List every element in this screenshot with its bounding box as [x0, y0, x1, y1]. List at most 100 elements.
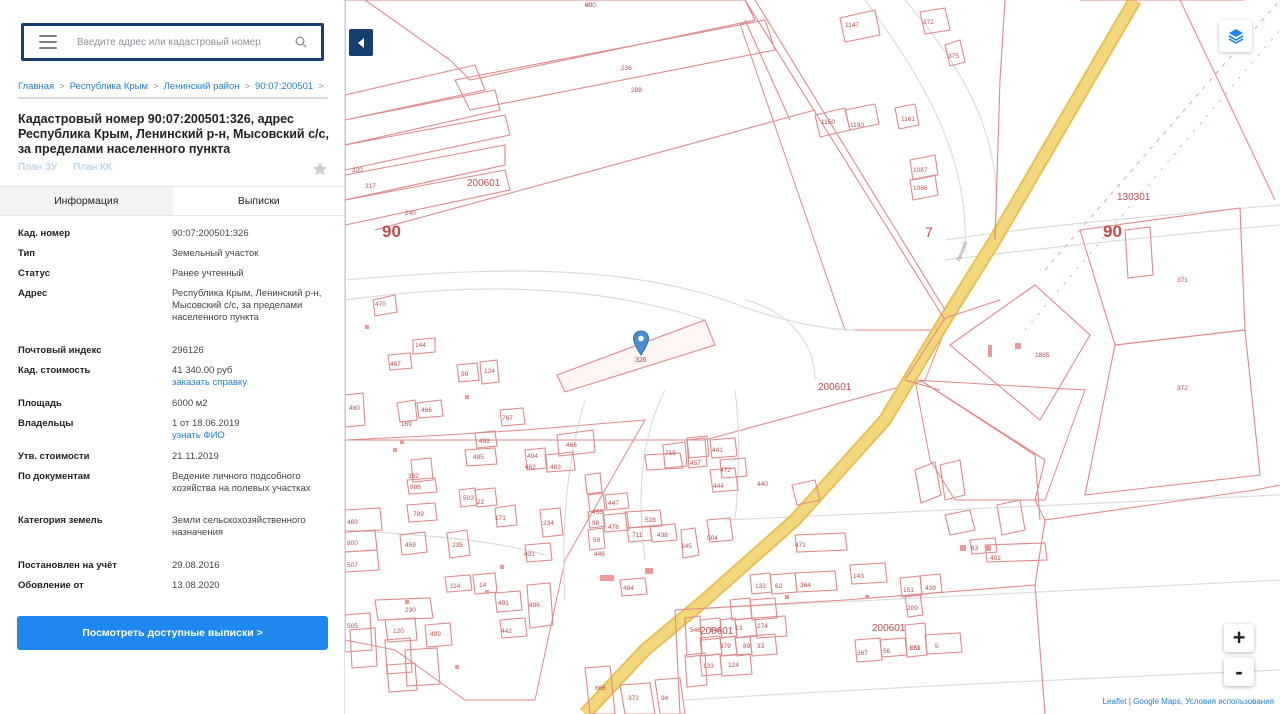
parcel-number-label: 483 [550, 464, 561, 471]
parcel-number-label: 505 [347, 623, 358, 630]
parcel-number-label: 288 [631, 87, 642, 94]
breadcrumb-separator: > [318, 81, 324, 92]
hamburger-menu-icon[interactable] [39, 35, 57, 49]
zoom-out-button[interactable]: - [1224, 658, 1254, 686]
parcel-number-label: 90 [585, 2, 593, 9]
parcel-number-label: 89 [743, 643, 751, 650]
parcel-number-label: 484 [623, 585, 634, 592]
street-label: Ленина [956, 241, 969, 263]
info-value: 6000 м2 [172, 398, 208, 409]
breadcrumb-region[interactable]: Республика Крым [70, 81, 148, 92]
parcel-number-label: 209 [907, 605, 918, 612]
plan-links: План ЗУ План КК [18, 162, 128, 173]
parcel-number-label: 171 [495, 515, 506, 522]
google-maps-link[interactable]: Google Maps [1133, 697, 1181, 706]
parcel-number-label: 507 [347, 562, 358, 569]
info-label: Почтовый индекс [18, 345, 102, 356]
parcel-number-label: 371 [1177, 277, 1188, 284]
parcel-number-label: 14 [479, 582, 487, 589]
parcel-number-label: 1150 [821, 119, 835, 126]
info-label: Адрес [18, 288, 48, 299]
tab-extracts[interactable]: Выписки [173, 187, 345, 215]
info-row: Статус Ранее учтенный [0, 268, 344, 288]
parcel-number-label: 372 [923, 19, 934, 26]
parcel-number-label: 466 [421, 407, 432, 414]
info-label: Обовление от [18, 580, 84, 591]
parcel-number-label: 439 [925, 585, 936, 592]
info-label: Площадь [18, 398, 62, 409]
tab-information[interactable]: Информация [0, 187, 173, 215]
parcel-number-label: 485 [473, 454, 484, 461]
view-extracts-button[interactable]: Посмотреть доступные выписки > [17, 616, 328, 650]
parcel-number-label: 98 [592, 520, 600, 527]
tabs: Информация Выписки [0, 186, 345, 216]
parcel-number-label: 132 [755, 583, 766, 590]
parcel-number-label: 144 [415, 342, 426, 349]
parcel-number-label: 494 [527, 453, 538, 460]
parcel-number-label: 469 [347, 519, 358, 526]
quarter-number-label: 7 [925, 224, 933, 240]
parcel-number-label: 56 [883, 648, 891, 655]
parcel-number-label: 651 [910, 645, 921, 652]
parcel-number-label: 5 [935, 643, 939, 650]
parcel-number-label: 169 [401, 421, 412, 428]
parcel-number-label: 375 [948, 53, 959, 60]
parcel-number-label: 455 [592, 509, 603, 516]
location-pin-icon[interactable] [632, 330, 650, 356]
chevron-left-icon [358, 37, 364, 48]
layers-icon [1228, 29, 1243, 44]
quarter-label: 130301 [1117, 192, 1151, 203]
info-value: 90:07:200501:326 [172, 228, 249, 239]
terms-link[interactable]: Условия использования [1185, 697, 1274, 706]
breadcrumb-district[interactable]: Ленинский район [164, 81, 240, 92]
find-owner-name-link[interactable]: узнать ФИО [172, 430, 322, 442]
parcel-number-label: 800 [347, 540, 358, 547]
parcel-number-label: 528 [645, 517, 656, 524]
leaflet-link[interactable]: Leaflet [1103, 697, 1127, 706]
parcel-number-label: 1086 [913, 185, 928, 192]
parcel-number-label: 151 [903, 587, 914, 594]
parcel-number-label: 143 [853, 573, 864, 580]
parcel-number-label: 715 [665, 450, 676, 457]
info-label: Утв. стоимости [18, 451, 90, 462]
map-canvas[interactable]: 90 90 7 200601 200601 130301 200601 2006… [345, 0, 1280, 714]
info-row: Тип Земельный участок [0, 248, 344, 268]
parcel-number-label: 504 [707, 535, 718, 542]
info-value: Ранее учтенный [172, 268, 244, 279]
cadastral-map[interactable]: 90 90 7 200601 200601 130301 200601 2006… [345, 0, 1280, 714]
breadcrumb-quarter[interactable]: 90:07:200501 [255, 81, 313, 92]
quarter-label: 200601 [818, 382, 852, 393]
info-label: Постановлен на учёт [18, 560, 117, 571]
collapse-sidebar-button[interactable] [349, 29, 373, 56]
quarter-label: 200601 [872, 623, 906, 634]
parcel-number-label: 789 [413, 511, 424, 518]
info-label: Кад. номер [18, 228, 71, 239]
parcel-number-label: 431 [524, 551, 535, 558]
plan-kk-link[interactable]: План КК [73, 162, 112, 173]
info-value: 41 340.00 руб заказать справку [172, 365, 322, 398]
layers-button[interactable] [1219, 20, 1252, 52]
info-label: Кад. стоимость [18, 365, 91, 376]
order-certificate-link[interactable]: заказать справку [172, 377, 322, 389]
zoom-in-button[interactable]: + [1224, 624, 1254, 652]
parcel-number-label: 767 [502, 415, 513, 422]
parcel-number-label: 467 [390, 361, 401, 368]
info-row: Обовление от 13.08.2020 [0, 580, 344, 600]
info-value: Земли сельскохозяйственного назначения [172, 515, 306, 538]
parcel-number-label: 317 [365, 183, 376, 190]
parcel-number-label: 145 [681, 543, 692, 550]
selected-parcel-label: 326 [635, 357, 647, 364]
parcel-number-label: 711 [632, 532, 643, 539]
search-icon[interactable] [295, 36, 307, 48]
parcel-number-label: 466 [566, 442, 577, 449]
search-input[interactable] [77, 36, 282, 48]
plan-zu-link[interactable]: План ЗУ [18, 162, 57, 173]
parcel-number-label: 1161 [901, 116, 915, 123]
owners-value: 1 от 18.06.2019 [172, 418, 240, 429]
parcel-number-label: 986 [410, 484, 421, 491]
parcel-number-label: 440 [757, 481, 768, 488]
breadcrumb-home[interactable]: Главная [18, 81, 54, 92]
star-icon[interactable] [311, 160, 329, 178]
parcel-number-label: 114 [450, 583, 461, 590]
parcel-number-label: 442 [501, 628, 512, 635]
